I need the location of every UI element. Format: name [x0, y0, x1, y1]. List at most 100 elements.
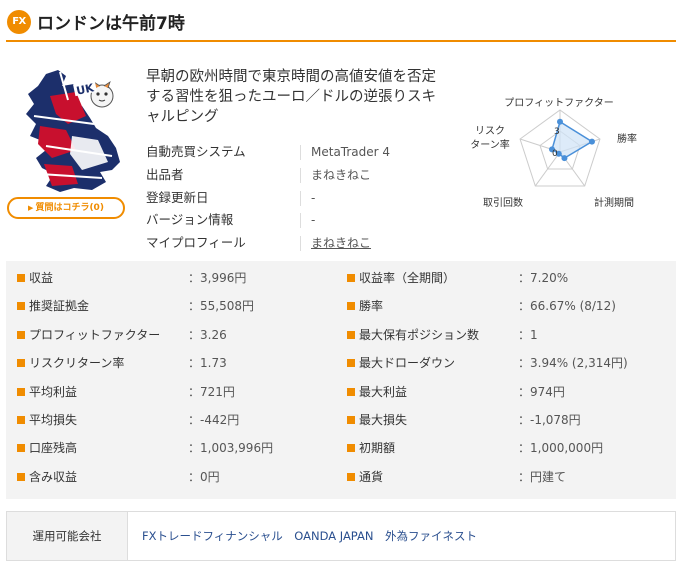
bullet-square-icon [347, 387, 355, 396]
bullet-square-icon [17, 387, 25, 396]
page-header: FX ロンドンは午前7時 [6, 6, 676, 42]
radar-label-period: 計測期間 [594, 196, 634, 209]
bullet-square-icon [17, 302, 25, 311]
stat-value: ：0円 [188, 469, 220, 484]
stat-label: 推奨証拠金 [29, 299, 90, 314]
stats-panel: 収益 ：3,996円推奨証拠金 ：55,508円プロフィットファクター ：3.26 リス… [6, 261, 676, 499]
stat-row: 収益 ：3,996円 [17, 264, 337, 292]
stat-label: 口座残高 [29, 441, 78, 456]
info-value: - [311, 190, 316, 205]
ask-question-label: 質問はコチラ(0) [35, 203, 104, 213]
radar-label-trade-count: 取引回数 [483, 196, 523, 209]
info-label: マイプロフィール [146, 235, 246, 251]
radar-label-profit-factor: プロフィットファクター [504, 97, 613, 109]
stat-row: 最大利益 ：974円 [347, 378, 667, 406]
stat-row: 通貨 ：円建て [347, 463, 667, 491]
brokers-row: 運用可能会社 FXトレードフィナンシャル OANDA JAPAN 外為ファイネス… [6, 511, 676, 561]
stat-label: リスクリターン率 [29, 356, 125, 371]
stat-value: ：1.73 [188, 356, 227, 371]
bullet-square-icon [347, 359, 355, 368]
stat-row: 最大ドローダウン ：3.94% (2,314円) [347, 349, 667, 377]
info-divider [300, 236, 301, 252]
stat-value: ：円建て [518, 469, 567, 484]
stat-label: 通貨 [359, 469, 384, 484]
info-value: まねきねこ [311, 167, 372, 182]
stat-value: ：974円 [518, 384, 565, 399]
bullet-square-icon [17, 416, 25, 424]
stat-label: 平均利益 [29, 384, 78, 399]
bullet-square-icon [17, 444, 25, 453]
info-value: - [311, 213, 316, 228]
stat-row: 初期額 ：1,000,000円 [347, 434, 667, 462]
bullet-square-icon [347, 444, 355, 453]
info-table: 自動売買システム MetaTrader 4 出品者 まねきねこ 登録更新日 - … [146, 141, 446, 255]
bullet-square-icon [17, 330, 25, 339]
brokers-list: FXトレードフィナンシャル OANDA JAPAN 外為ファイネスト [142, 529, 477, 543]
stat-row: 推奨証拠金 ：55,508円 [17, 292, 337, 320]
info-row-system: 自動売買システム MetaTrader 4 [146, 141, 446, 164]
stat-value: ：55,508円 [188, 299, 254, 314]
info-row-profile: マイプロフィール まねきねこ [146, 232, 446, 255]
info-label: バージョン情報 [146, 212, 234, 228]
product-description: 早朝の欧州時間で東京時間の高値安値を否定する習性を狙ったユーロ／ドルの逆張りスキ… [146, 69, 436, 125]
info-row-seller: 出品者 まねきねこ [146, 164, 446, 187]
stat-row: 平均利益 ：721円 [17, 378, 337, 406]
page-title: ロンドンは午前7時 [37, 14, 185, 34]
stat-value: ：3.94% (2,314円) [518, 356, 628, 371]
radar-label-risk-return-2: ターン率 [470, 138, 510, 151]
stat-row: 勝率 ：66.67% (8/12) [347, 292, 667, 320]
stat-row: 平均損失 ：-442円 [17, 406, 337, 434]
stat-label: 収益 [29, 271, 54, 285]
stat-row: リスクリターン率 ：1.73 [17, 349, 337, 377]
bullet-square-icon [347, 302, 355, 311]
stat-value: ：721円 [188, 384, 235, 399]
info-divider [300, 190, 301, 206]
stat-row: 最大損失 ：-1,078円 [347, 406, 667, 434]
stat-row: プロフィットファクター ：3.26 [17, 321, 337, 349]
stat-label: 最大損失 [359, 413, 408, 427]
stat-label: 収益率（全期間） [359, 271, 456, 285]
bullet-square-icon [347, 472, 355, 481]
stat-row: 含み収益 ：0円 [17, 463, 337, 491]
stat-label: プロフィットファクター [29, 327, 161, 342]
stat-label: 最大利益 [359, 384, 408, 399]
info-divider [300, 145, 301, 160]
stat-value: ：1,000,000円 [518, 441, 604, 456]
info-row-version: バージョン情報 - [146, 209, 446, 232]
bullet-square-icon [347, 274, 355, 282]
play-arrow-icon: ▶ [28, 204, 34, 212]
stat-value: ：1,003,996円 [188, 441, 274, 456]
info-divider [300, 213, 301, 229]
stat-value: ：-1,078円 [518, 413, 581, 427]
info-divider [300, 167, 301, 183]
bullet-square-icon [347, 416, 355, 424]
stat-row: 口座残高 ：1,003,996円 [17, 434, 337, 462]
info-label: 出品者 [146, 166, 184, 182]
radar-value-point [561, 155, 568, 162]
info-row-updated: 登録更新日 - [146, 187, 446, 210]
radar-scale-label-max: 3 [554, 127, 560, 137]
stat-value: ：1 [518, 327, 538, 342]
stat-value: ：3,996円 [188, 271, 247, 285]
stat-label: 平均損失 [29, 413, 78, 427]
product-image: UK [26, 70, 120, 192]
profile-link[interactable]: まねきねこ [311, 232, 371, 255]
stat-label: 最大保有ポジション数 [359, 327, 480, 342]
radar-label-win-rate: 勝率 [617, 132, 637, 145]
fx-badge-icon: FX [7, 10, 31, 34]
radar-value-point [588, 138, 595, 145]
stat-row: 最大保有ポジション数 ：1 [347, 321, 667, 349]
bullet-square-icon [347, 330, 355, 339]
ask-question-button[interactable]: ▶ 質問はコチラ(0) [7, 197, 125, 219]
radar-label-risk-return-1: リスク [475, 125, 505, 137]
stat-value: ：66.67% (8/12) [518, 299, 616, 314]
info-label: 自動売買システム [146, 144, 246, 159]
bullet-square-icon [17, 274, 25, 282]
info-value: MetaTrader 4 [311, 145, 391, 159]
stat-value: ：-442円 [188, 413, 240, 427]
radar-scale-label-min: 0 [552, 149, 558, 159]
info-label: 登録更新日 [146, 189, 209, 205]
stat-label: 含み収益 [29, 469, 78, 484]
radar-chart: プロフィットファクター 勝率 計測期間 取引回数 リスク ターン率 3 0 [470, 97, 637, 209]
stat-value: ：3.26 [188, 327, 227, 342]
